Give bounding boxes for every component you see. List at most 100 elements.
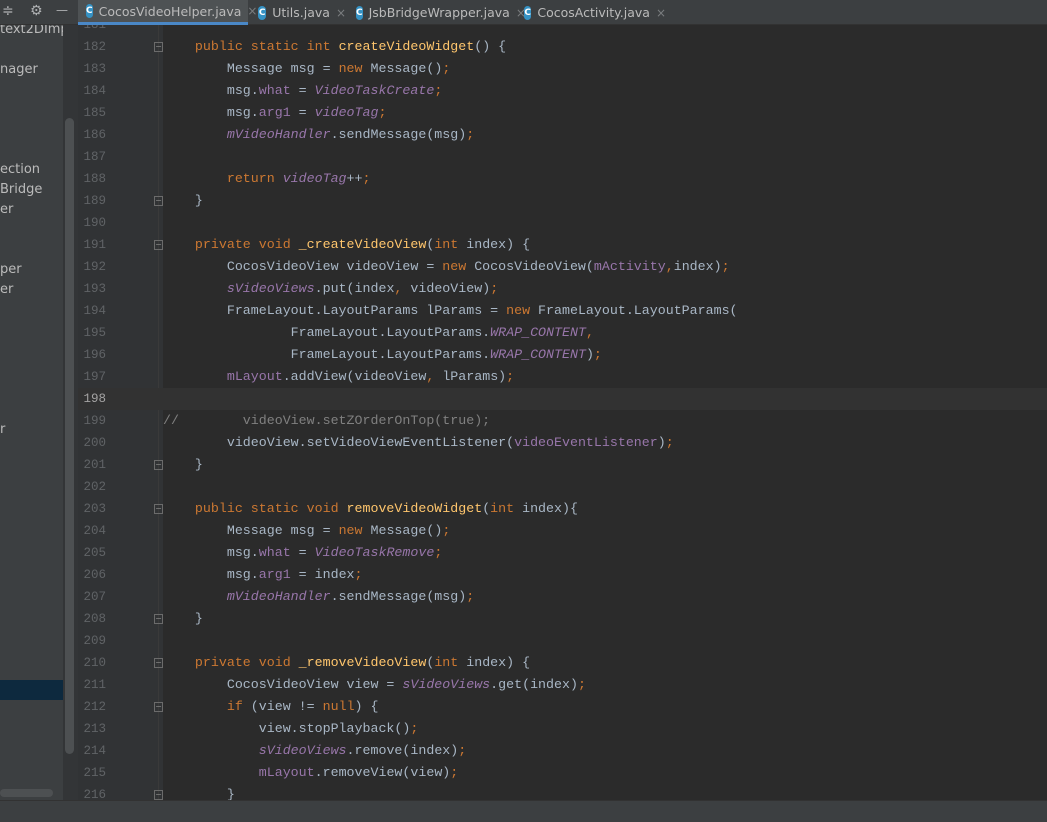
tree-item[interactable]: text2DImp [0,25,63,40]
code-text: CocosVideoView view = sVideoViews.get(in… [163,674,586,696]
code-line[interactable]: 208 − } [78,608,1047,630]
code-line[interactable]: 189 − } [78,190,1047,212]
tab-utils[interactable]: C Utils.java × [250,0,346,25]
code-token: VideoTaskCreate [314,83,435,98]
code-line[interactable]: 192 CocosVideoView videoView = new Cocos… [78,256,1047,278]
code-text: } [163,454,203,476]
tree-item[interactable]: Bridge [0,180,42,200]
code-line[interactable]: 194 FrameLayout.LayoutParams lParams = n… [78,300,1047,322]
fold-collapse-icon[interactable]: − [154,702,163,712]
code-line[interactable]: 201 − } [78,454,1047,476]
code-line[interactable]: 195 FrameLayout.LayoutParams.WRAP_CONTEN… [78,322,1047,344]
code-line[interactable]: 215 mLayout.removeView(view); [78,762,1047,784]
fold-end-icon[interactable]: − [154,460,163,470]
code-line[interactable]: 209 [78,630,1047,652]
code-line[interactable]: 197 mLayout.addView(videoView, lParams); [78,366,1047,388]
code-text: return videoTag++; [163,168,371,190]
code-line[interactable]: 185 msg.arg1 = videoTag; [78,102,1047,124]
code-line[interactable]: 214 sVideoViews.remove(index); [78,740,1047,762]
line-number: 181 [83,25,106,32]
code-token: CocosVideoView view = [163,677,403,692]
code-line[interactable]: 204 Message msg = new Message(); [78,520,1047,542]
tab-jsbbridgewrapper[interactable]: C JsbBridgeWrapper.java × [348,0,526,25]
code-line[interactable]: 187 [78,146,1047,168]
code-line[interactable]: 213 view.stopPlayback(); [78,718,1047,740]
code-token: .get(index) [490,677,578,692]
code-token: new [442,259,475,274]
tab-cocosvideohelper[interactable]: C CocosVideoHelper.java × [78,0,257,25]
tree-item[interactable]: ection [0,160,40,180]
code-token: = [290,545,315,560]
project-sidebar: text2DImp nager ection Bridge er per er r [0,25,63,800]
tab-cocosactivity[interactable]: C CocosActivity.java × [516,0,666,25]
tab-label: CocosVideoHelper.java [98,3,242,19]
code-text: Message msg = new Message(); [163,58,450,80]
code-text: // videoView.setZOrderOnTop(true); [163,410,490,432]
code-line[interactable]: 205 msg.what = VideoTaskRemove; [78,542,1047,564]
code-token: ) { [354,699,379,714]
class-icon: C [86,4,93,18]
tree-item[interactable]: nager [0,60,38,80]
line-number: 187 [83,150,106,164]
tree-item[interactable]: per [0,260,22,280]
code-line[interactable]: 182 − public static int createVideoWidget… [78,36,1047,58]
code-line[interactable]: 212 − if (view != null) { [78,696,1047,718]
close-icon[interactable]: × [656,6,666,20]
code-line[interactable]: 200 videoView.setVideoViewEventListener(… [78,432,1047,454]
code-line[interactable]: 206 msg.arg1 = index; [78,564,1047,586]
code-line[interactable]: 184 msg.what = VideoTaskCreate; [78,80,1047,102]
code-token: mVideoHandler [226,589,331,604]
code-token: videoView) [410,281,491,296]
code-token: } [163,611,203,626]
code-editor[interactable]: 181 182 − public static int createVideoWid… [78,25,1047,800]
code-line[interactable]: 196 FrameLayout.LayoutParams.WRAP_CONTEN… [78,344,1047,366]
code-line[interactable]: 216 − } [78,784,1047,800]
tree-item[interactable]: r [0,420,5,440]
settings-icon[interactable]: ⚙ [30,3,43,19]
fold-collapse-icon[interactable]: − [154,504,163,514]
code-text: videoView.setVideoViewEventListener(vide… [163,432,674,454]
code-token: () { [474,39,507,54]
code-line[interactable]: 183 Message msg = new Message(); [78,58,1047,80]
code-line[interactable]: 181 [78,25,1047,36]
fold-collapse-icon[interactable]: − [154,658,163,668]
code-line[interactable]: 207 mVideoHandler.sendMessage(msg); [78,586,1047,608]
collapse-all-icon[interactable]: ≑ [2,3,14,19]
code-line[interactable]: 210 − private void _removeVideoView(int i… [78,652,1047,674]
code-line[interactable]: 198 [78,388,1047,410]
code-line[interactable]: 186 mVideoHandler.sendMessage(msg); [78,124,1047,146]
code-token: } [163,457,203,472]
code-text: public static int createVideoWidget() { [163,36,506,58]
code-line[interactable]: 193 sVideoViews.put(index, videoView); [78,278,1047,300]
hide-icon[interactable]: — [56,3,68,17]
line-number: 207 [83,590,106,604]
fold-end-icon[interactable]: − [154,196,163,206]
code-line[interactable]: 191 − private void _createVideoView(int i… [78,234,1047,256]
fold-end-icon[interactable]: − [154,614,163,624]
fold-collapse-icon[interactable]: − [154,42,163,52]
code-line[interactable]: 211 CocosVideoView view = sVideoViews.ge… [78,674,1047,696]
fold-collapse-icon[interactable]: − [154,240,163,250]
selected-tree-item[interactable] [0,680,63,700]
sidebar-horizontal-scrollbar[interactable] [0,789,53,797]
code-token: , [665,259,674,274]
fold-end-icon[interactable]: − [154,790,163,800]
tree-item[interactable]: er [0,200,13,220]
code-line[interactable]: 202 [78,476,1047,498]
tree-item[interactable]: er [0,280,13,300]
code-line[interactable]: 188 return videoTag++; [78,168,1047,190]
code-line[interactable]: 203 − public static void removeVideoWidge… [78,498,1047,520]
close-icon[interactable]: × [336,6,346,20]
code-token: what [258,83,291,98]
line-number: 202 [83,480,106,494]
code-token: private void [194,655,299,670]
code-line[interactable]: 199 // videoView.setZOrderOnTop(true); [78,410,1047,432]
code-line[interactable]: 190 [78,212,1047,234]
sidebar-scrollbar[interactable] [63,25,78,800]
code-text: msg.what = VideoTaskCreate; [163,80,443,102]
tab-label: CocosActivity.java [537,5,650,20]
scrollbar-thumb[interactable] [65,118,74,754]
code-token: ; [466,127,475,142]
